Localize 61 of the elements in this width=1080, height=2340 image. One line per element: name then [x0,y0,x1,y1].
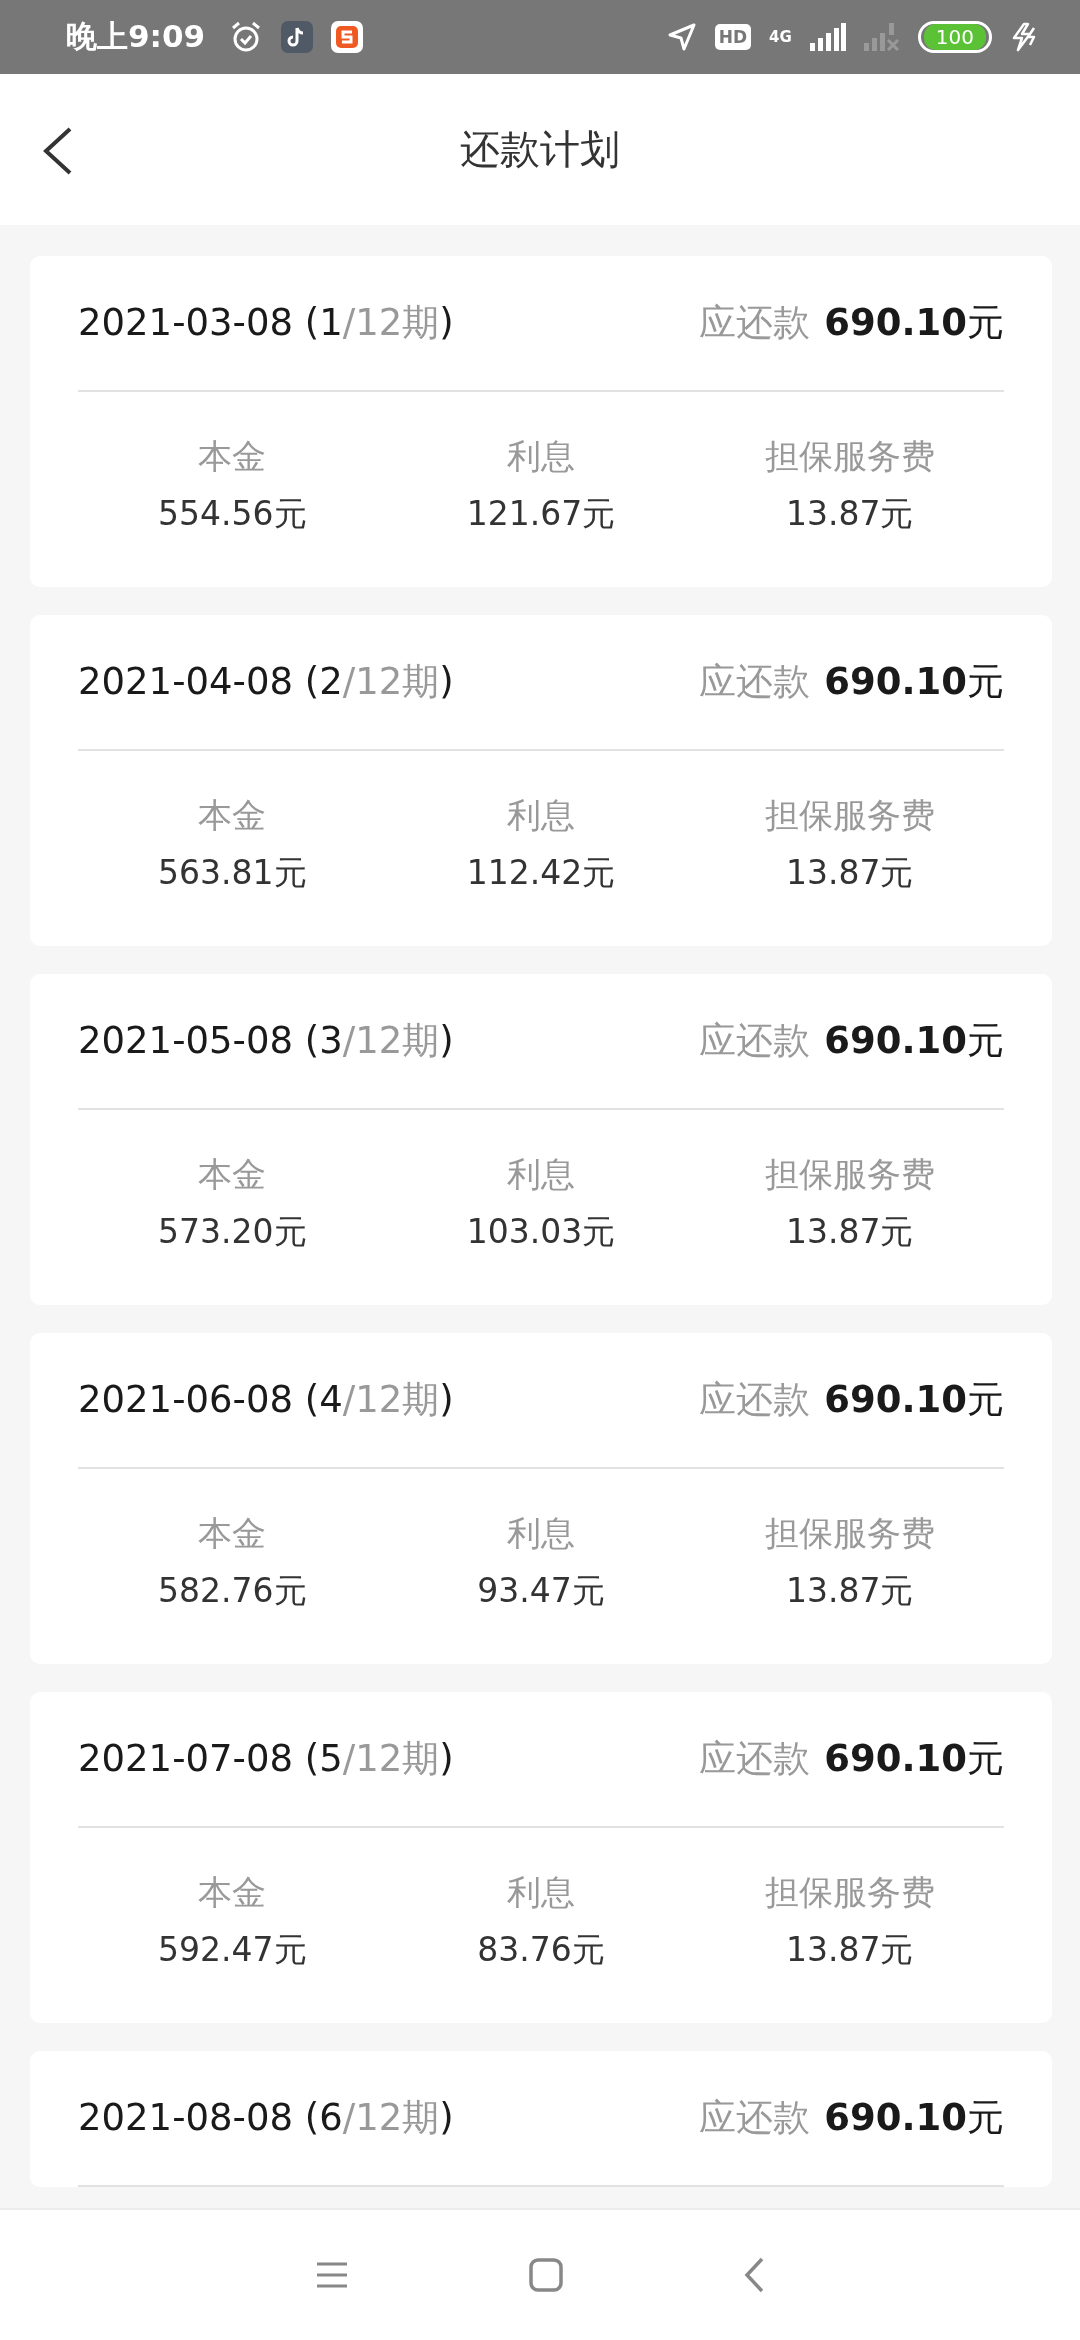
amount-due-label: 应还款 [699,1377,811,1423]
amount-due: 690.10元 [824,300,1004,346]
breakdown-label: 利息 [507,1871,575,1914]
breakdown-label: 利息 [507,435,575,478]
amount-due-label: 应还款 [699,300,811,346]
breakdown-label: 本金 [198,435,267,478]
app-icon [281,21,314,53]
amount-due-label: 应还款 [699,659,811,705]
battery-indicator: 100 [917,21,992,53]
due-date: 2021-03-08 (1/12期) [78,300,454,346]
app-icon [331,21,364,53]
breakdown-value: 103.03元 [466,1211,616,1253]
breakdown-value: 121.67元 [466,493,616,535]
amount-due: 690.10元 [824,1018,1004,1064]
breakdown-value: 592.47元 [158,1929,307,1971]
breakdown-label: 担保服务费 [764,794,935,837]
due-date: 2021-05-08 (3/12期) [78,1018,454,1064]
breakdown-value: 13.87元 [785,493,914,535]
breakdown-label: 本金 [198,794,267,837]
breakdown-value: 13.87元 [785,852,914,894]
due-date: 2021-04-08 (2/12期) [78,659,454,705]
breakdown-value: 83.76元 [477,1929,605,1971]
breakdown-label: 本金 [198,1153,267,1196]
breakdown-value: 13.87元 [785,1211,914,1253]
breakdown-label: 担保服务费 [764,1512,935,1555]
breakdown-value: 112.42元 [466,852,616,894]
breakdown-label: 担保服务费 [764,1153,935,1196]
breakdown-value: 93.47元 [477,1570,605,1612]
breakdown-label: 本金 [198,1871,267,1914]
breakdown-label: 利息 [507,1153,575,1196]
menu-icon[interactable] [315,2261,349,2289]
breakdown-label: 担保服务费 [764,1871,935,1914]
status-time: 晚上9:09 [66,17,206,56]
network-label: 4G [769,28,792,46]
back-nav-icon[interactable] [743,2257,765,2293]
due-date: 2021-06-08 (4/12期) [78,1377,454,1423]
amount-due: 690.10元 [824,1736,1004,1782]
breakdown-value: 573.20元 [158,1211,307,1253]
page-title: 还款计划 [460,125,620,174]
breakdown-value: 582.76元 [158,1570,307,1612]
amount-due: 690.10元 [824,2095,1004,2141]
amount-due: 690.10元 [824,1377,1004,1423]
breakdown-label: 本金 [198,1512,267,1555]
amount-due-label: 应还款 [699,1736,811,1782]
amount-due-label: 应还款 [699,2095,811,2141]
due-date: 2021-07-08 (5/12期) [78,1736,454,1782]
due-date: 2021-08-08 (6/12期) [78,2095,454,2141]
amount-due: 690.10元 [824,659,1004,705]
no-signal-icon [863,23,900,51]
location-icon [666,22,697,52]
breakdown-value: 563.81元 [158,852,307,894]
amount-due-label: 应还款 [699,1018,811,1064]
hd-badge: HD [714,24,752,50]
home-icon[interactable] [529,2258,563,2292]
breakdown-label: 利息 [507,794,575,837]
breakdown-value: 13.87元 [785,1929,914,1971]
breakdown-label: 利息 [507,1512,575,1555]
signal-icon [809,23,846,51]
breakdown-value: 13.87元 [785,1570,914,1612]
breakdown-label: 担保服务费 [764,435,935,478]
breakdown-value: 554.56元 [158,493,307,535]
